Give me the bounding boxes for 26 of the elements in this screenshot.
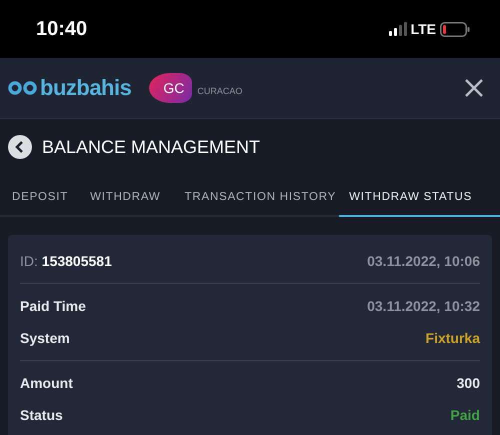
- chevron-left-icon: [15, 141, 25, 153]
- network-label: LTE: [410, 21, 436, 37]
- field-value: 03.11.2022, 10:32: [367, 298, 480, 314]
- brand-logo: buzbahis: [40, 75, 132, 101]
- field-label: Amount: [20, 375, 73, 391]
- tab[interactable]: WITHDRAW STATUS: [339, 181, 500, 217]
- license-logo: GC: [149, 73, 192, 103]
- field-label: System: [20, 330, 70, 346]
- back-button[interactable]: [8, 135, 32, 159]
- battery-icon: [440, 22, 470, 36]
- field-label: Status: [20, 407, 63, 423]
- rings-icon: [8, 81, 38, 95]
- tab[interactable]: DEPOSIT: [0, 181, 78, 217]
- license-name: CURACAO: [197, 86, 242, 96]
- clock-time: 10:40: [36, 18, 88, 40]
- field-value: Paid: [450, 407, 480, 423]
- field-value: Fixturka: [426, 330, 480, 346]
- transaction-date: 03.11.2022, 10:06: [367, 253, 480, 269]
- signal-icon: [388, 22, 407, 36]
- tab[interactable]: TRANSACTION HISTORY: [172, 181, 340, 217]
- field-value: 300: [456, 375, 480, 391]
- transaction-id: ID: 153805581: [20, 253, 112, 269]
- field-label: Paid Time: [20, 298, 86, 314]
- page-title: BALANCE MANAGEMENT: [42, 136, 260, 158]
- tab[interactable]: WITHDRAW: [78, 181, 173, 217]
- close-button[interactable]: [464, 78, 484, 98]
